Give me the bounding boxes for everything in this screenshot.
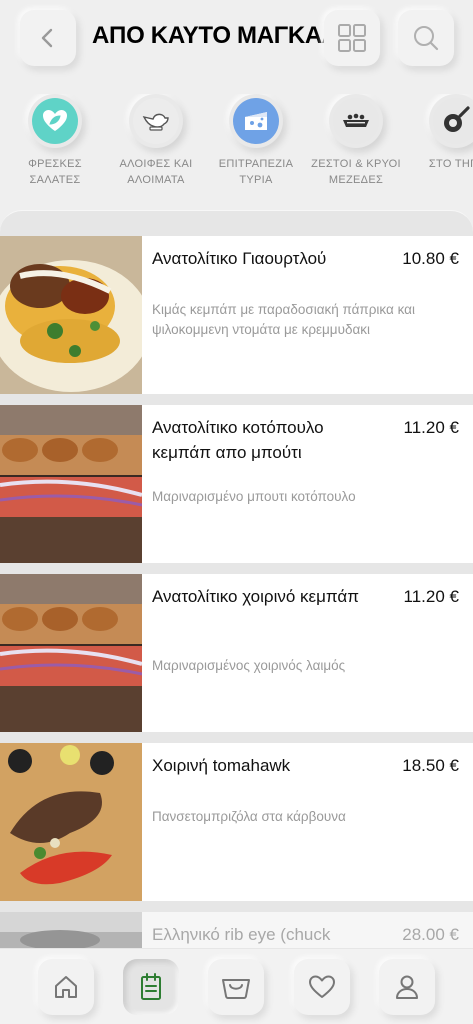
home-icon <box>55 976 77 998</box>
header: ΑΠΟ ΚΑΥΤΟ ΜΑΓΚΑΛΙ <box>0 0 473 80</box>
nav-profile-button[interactable] <box>379 959 435 1015</box>
category-pan[interactable]: ΣΤΟ ΤΗΓΑ <box>406 94 473 172</box>
product-price: 18.50 € <box>402 756 459 775</box>
product-description: Πανσετομπριζόλα στα κάρβουνα <box>152 809 346 824</box>
back-button[interactable] <box>20 10 76 66</box>
list-item[interactable]: Ανατολίτικο χοιρινό κεμπάπ 11.20 € Μαριν… <box>0 574 473 732</box>
product-price: 11.20 € <box>403 418 459 437</box>
product-image <box>0 574 142 732</box>
grid-view-button[interactable] <box>324 10 380 66</box>
search-button[interactable] <box>398 10 454 66</box>
category-carousel[interactable]: ΦΡΕΣΚΕΣ ΣΑΛΑΤΕΣ ΑΛΟΙΦΕΣ ΚΑΙ ΑΛΟΙΜΑΤΑ ΕΠΙ… <box>0 94 473 194</box>
basket-icon <box>222 979 250 999</box>
product-description: Μαριναρισμένο μπουτι κοτόπουλο <box>152 489 356 504</box>
category-label: ΑΛΟΙΦΕΣ ΚΑΙ ΑΛΟΙΜΑΤΑ <box>119 158 193 186</box>
list-item[interactable]: Ανατολίτικο Γιαουρτλού 10.80 € Κιμάς κεμ… <box>0 236 473 394</box>
product-list[interactable]: Ανατολίτικο Γιαουρτλού 10.80 € Κιμάς κεμ… <box>0 210 473 950</box>
product-image <box>0 405 142 563</box>
chevron-left-icon <box>41 28 53 48</box>
nav-basket-button[interactable] <box>208 959 264 1015</box>
nav-favorites-button[interactable] <box>294 959 350 1015</box>
category-fresh-salads[interactable]: ΦΡΕΣΚΕΣ ΣΑΛΑΤΕΣ <box>5 94 105 188</box>
heart-leaf-icon <box>43 110 67 131</box>
category-label: ΖΕΣΤΟΙ & ΚΡΥΟΙ ΜΕΖΕΔΕΣ <box>311 158 401 186</box>
nav-home-button[interactable] <box>38 959 94 1015</box>
user-icon <box>396 975 418 999</box>
category-label: ΕΠΙΤΡΑΠΕΖΙΑ ΤΥΡΙΑ <box>218 158 294 186</box>
menu-icon <box>141 973 161 1000</box>
list-item[interactable]: Ελληνικό rib eye (chuck 28.00 € <box>0 912 473 950</box>
product-description: Μαριναρισμένος χοιρινός λαιμός <box>152 658 346 673</box>
product-name: Χοιρινή tomahawk <box>152 756 291 775</box>
cheese-icon <box>245 112 267 130</box>
product-name: Ανατολίτικο κοτόπουλο κεμπάπ απο μπούτι <box>152 418 324 462</box>
frying-pan-icon <box>444 106 470 132</box>
meze-dish-icon <box>343 113 369 127</box>
product-price: 10.80 € <box>402 249 459 268</box>
product-price: 11.20 € <box>403 587 459 606</box>
list-item[interactable]: Χοιρινή tomahawk 18.50 € Πανσετομπριζόλα… <box>0 743 473 901</box>
category-sauces[interactable]: ΑΛΟΙΦΕΣ ΚΑΙ ΑΛΟΙΜΑΤΑ <box>106 94 206 188</box>
page-title: ΑΠΟ ΚΑΥΤΟ ΜΑΓΚΑΛΙ <box>92 22 324 49</box>
category-label: ΦΡΕΣΚΕΣ ΣΑΛΑΤΕΣ <box>28 158 82 186</box>
product-image <box>0 236 142 394</box>
product-description: Κιμάς κεμπάπ με παραδοσιακή πάπρικα και … <box>152 302 415 337</box>
search-icon <box>414 26 439 51</box>
gravy-boat-icon <box>142 113 169 131</box>
category-label: ΣΤΟ ΤΗΓΑ <box>428 158 473 170</box>
category-cheeses[interactable]: ΕΠΙΤΡΑΠΕΖΙΑ ΤΥΡΙΑ <box>206 94 306 188</box>
product-image <box>0 743 142 901</box>
heart-icon <box>309 975 335 998</box>
product-name: Ανατολίτικο χοιρινό κεμπάπ <box>152 587 359 606</box>
category-meze[interactable]: ΖΕΣΤΟΙ & ΚΡΥΟΙ ΜΕΖΕΔΕΣ <box>306 94 406 188</box>
product-price: 28.00 € <box>402 925 459 944</box>
list-item[interactable]: Ανατολίτικο κοτόπουλο κεμπάπ απο μπούτι … <box>0 405 473 563</box>
nav-menu-button[interactable] <box>123 959 179 1015</box>
grid-view-icon <box>338 24 366 52</box>
bottom-navigation <box>0 948 473 1024</box>
product-image <box>0 912 142 950</box>
product-name: Ελληνικό rib eye (chuck <box>152 925 331 944</box>
product-name: Ανατολίτικο Γιαουρτλού <box>152 249 327 268</box>
